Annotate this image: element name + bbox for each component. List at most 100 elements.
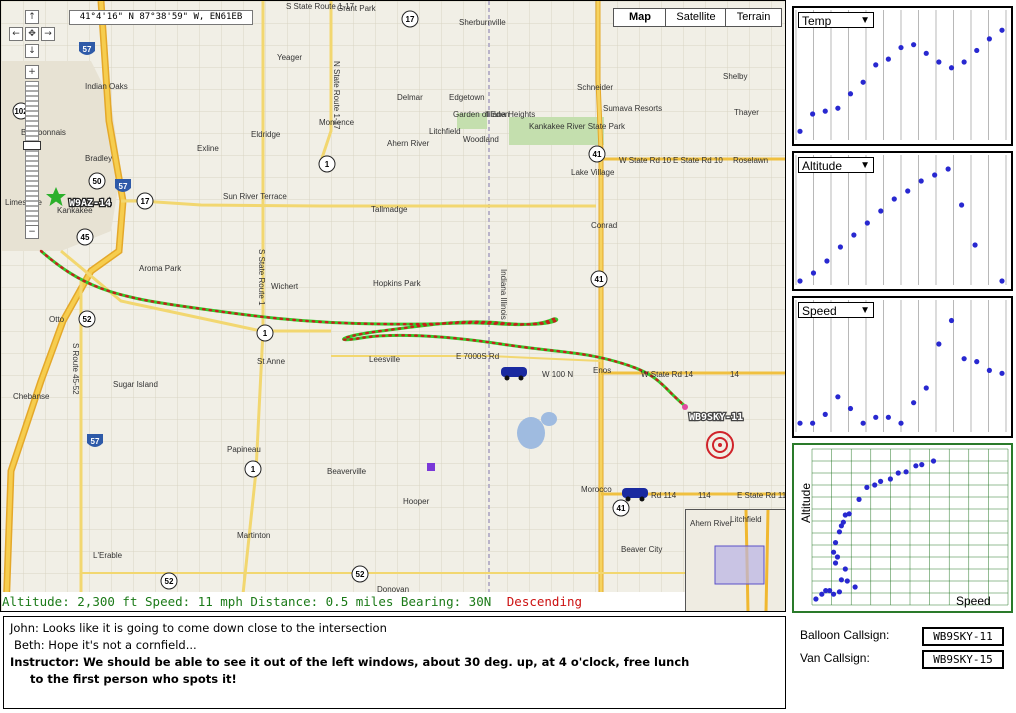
chart-point (840, 519, 846, 525)
altitude-vs-speed-chart: Altitude Speed (799, 448, 1009, 608)
road-label: S State Route 1-17 (286, 2, 355, 11)
chart-point (999, 278, 1005, 284)
route-shield-icon: 57 (87, 434, 103, 447)
road-label: Indiana Illinois (499, 269, 508, 320)
place-label: Leesville (369, 355, 401, 364)
altitude-chart-selector[interactable]: Altitude ▼ (798, 157, 874, 173)
place-label: Woodland (463, 135, 499, 144)
chart-point (945, 166, 951, 172)
place-label: Litchfield (429, 127, 461, 136)
route-shield-number: 50 (93, 177, 102, 186)
chat-log: John: Looks like it is going to come dow… (3, 616, 786, 709)
chevron-down-icon: ▼ (860, 160, 870, 171)
chart-point (961, 356, 967, 362)
temp-chart-selector[interactable]: Temp ▼ (798, 12, 874, 28)
speed-chart-selector[interactable]: Speed ▼ (798, 302, 874, 318)
pan-right-button[interactable]: → (41, 27, 55, 41)
chart-ylabel: Altitude (799, 483, 813, 523)
pan-down-button[interactable]: ↓ (25, 44, 39, 58)
chart-point (822, 108, 828, 114)
center-button[interactable]: ✥ (25, 27, 39, 41)
pan-up-button[interactable]: ↑ (25, 10, 39, 24)
place-label: Sun River Terrace (223, 192, 287, 201)
road-label: 114 (698, 491, 711, 500)
overview-label-tinley: Litchfield (730, 515, 762, 524)
balloon-callsign-map-label: WB9SKY-11 (689, 412, 743, 423)
place-label: Thayer (734, 108, 759, 117)
map-view[interactable]: Yeager Indian Oaks Bourbonnais Bradley Kanka… (0, 0, 786, 612)
chart-point (797, 128, 803, 134)
route-shield-number: 17 (406, 15, 415, 24)
route-shield-number: 45 (81, 233, 90, 242)
place-label: Conrad (591, 221, 617, 230)
chart-point (824, 258, 830, 264)
chat-speaker: Instructor: (10, 655, 80, 669)
overview-map[interactable]: Ahern River Litchfield (685, 509, 785, 611)
chart-point (810, 420, 816, 426)
chart-point (813, 596, 819, 602)
place-label: Indian Oaks (85, 82, 128, 91)
chart-point (911, 400, 917, 406)
route-shield-icon: 52 (160, 572, 178, 590)
map-type-terrain-button[interactable]: Terrain (725, 8, 782, 27)
chat-continuation: to the first person who spots it! (30, 672, 237, 686)
distance-value: 0.5 miles (325, 594, 394, 609)
route-shield-number: 1 (251, 465, 256, 474)
place-label: Tallmadge (371, 205, 408, 214)
chart-point (864, 484, 870, 490)
bearing-label: Bearing: (400, 594, 462, 609)
road-label: E 7000S Rd (456, 352, 499, 361)
place-label: Delmar (397, 93, 423, 102)
route-shield-icon: 17 (401, 10, 419, 28)
road-label: Roselawn (733, 156, 768, 165)
route-shield-number: 52 (165, 577, 174, 586)
distance-label: Distance: (250, 594, 319, 609)
chart-point (852, 584, 858, 590)
chat-text: Looks like it is going to come down clos… (38, 621, 387, 635)
road-label: Rd 114 (651, 491, 677, 500)
chart-point (797, 420, 803, 426)
chart-point (923, 385, 929, 391)
map-type-map-button[interactable]: Map (613, 8, 667, 27)
chat-text: We should be able to see it out of the l… (79, 655, 690, 669)
chart-point (842, 566, 848, 572)
zoom-in-button[interactable]: + (25, 65, 39, 79)
place-label: Ahern River (387, 139, 430, 148)
van-callsign-field[interactable]: WB9SKY-15 (922, 650, 1004, 669)
route-shield-icon: 17 (136, 192, 154, 210)
map-type-satellite-button[interactable]: Satellite (665, 8, 727, 27)
balloon-callsign-field[interactable]: WB9SKY-11 (922, 627, 1004, 646)
chevron-down-icon: ▼ (860, 15, 870, 26)
chart-point (887, 476, 893, 482)
zoom-slider-handle[interactable] (23, 141, 41, 150)
route-shield-number: 41 (595, 275, 604, 284)
zoom-slider-track[interactable] (25, 81, 39, 229)
road-label: E State Rd 10 (673, 156, 723, 165)
chart-point (986, 367, 992, 373)
status-bar: Altitude: 2,300 ft Speed: 11 mph Distanc… (2, 592, 685, 611)
pan-left-button[interactable]: ← (9, 27, 23, 41)
chart-point (810, 270, 817, 276)
chart-point (974, 359, 980, 365)
place-label: Exline (197, 144, 219, 153)
chart-point (864, 220, 870, 226)
chart-point (836, 589, 843, 595)
chart-point (851, 232, 857, 238)
chart-point (959, 202, 965, 208)
road-label: W 100 N (542, 370, 573, 379)
place-label: Beaverville (327, 467, 367, 476)
place-label: St Anne (257, 357, 286, 366)
chart-point (830, 549, 837, 555)
overview-viewport[interactable] (714, 545, 765, 585)
chart-point (885, 414, 891, 420)
route-shield-icon: 1 (244, 460, 262, 478)
chat-line: Beth: Hope it's not a cornfield... (10, 637, 779, 654)
place-label: Wichert (271, 282, 299, 291)
chart-point (873, 62, 879, 68)
chart-point (827, 588, 833, 594)
zoom-out-button[interactable]: − (25, 225, 39, 239)
speed-label: Speed: (145, 594, 191, 609)
temp-chart-panel: Temp ▼ (792, 6, 1013, 146)
place-label: Beaver City (621, 545, 662, 554)
route-shield-number: 52 (83, 315, 92, 324)
